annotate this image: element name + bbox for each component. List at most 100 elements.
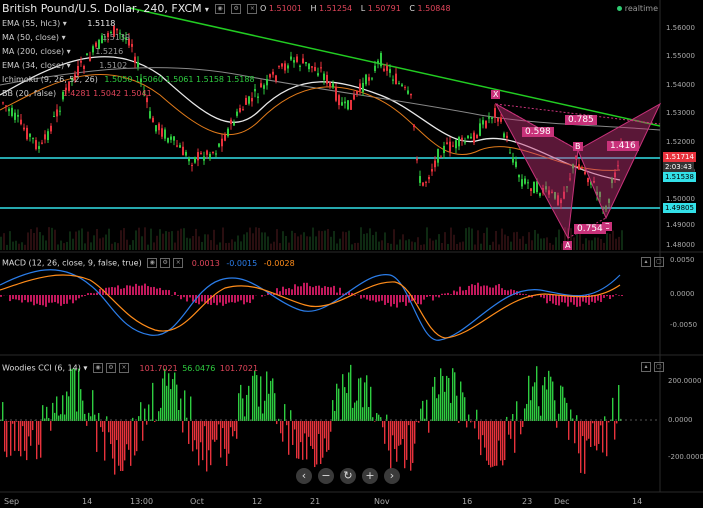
eye-icon[interactable]: ◉ [215, 4, 226, 14]
indicator-row[interactable]: EMA (55, hlc3) ▾ 1.5118 [2, 19, 115, 28]
cci-bar [22, 421, 24, 427]
close-icon[interactable]: × [173, 258, 184, 268]
macd-histogram-bar [180, 295, 182, 300]
candle [41, 142, 43, 144]
macd-histogram-bar [45, 295, 47, 307]
macd-histogram-bar [567, 295, 569, 307]
cci-bar [334, 410, 336, 421]
cci-bar [572, 418, 574, 421]
candle [377, 60, 379, 63]
scroll-right-button[interactable]: › [384, 468, 400, 484]
indicator-row[interactable]: MA (200, close) ▾ 1.5216 [2, 47, 123, 56]
eye-icon[interactable]: ◉ [147, 258, 158, 268]
cci-bar [584, 421, 586, 474]
collapse-icon[interactable]: ▴ [641, 362, 651, 372]
cci-bar [412, 421, 414, 463]
cci-bar [102, 421, 104, 432]
cci-header[interactable]: Woodies CCI (6, 14) ▾ ◉ ⚙ × 101.7021 56.04… [2, 363, 258, 373]
volume-bar [0, 236, 2, 250]
settings-icon[interactable]: ⚙ [105, 363, 116, 373]
cci-bar [136, 421, 138, 452]
reset-zoom-button[interactable]: ↻ [340, 468, 356, 484]
maximize-icon[interactable]: ▢ [654, 257, 664, 267]
cci-bar [422, 400, 424, 421]
volume-bar [453, 234, 455, 250]
cci-bar [218, 421, 220, 425]
eye-icon[interactable]: ◉ [92, 363, 103, 373]
candle [503, 133, 505, 138]
time-tick: 21 [310, 497, 321, 506]
volume-bar [324, 230, 326, 250]
cci-bar [502, 421, 504, 466]
macd-histogram-bar [297, 286, 299, 295]
cci-bar [312, 421, 314, 449]
pane-controls[interactable]: ▴ ▢ [638, 257, 664, 267]
macd-histogram-bar [285, 288, 287, 295]
macd-histogram-bar [492, 287, 494, 295]
cci-bar [70, 368, 72, 421]
macd-histogram-bar [405, 295, 407, 306]
volume-bar [372, 235, 374, 250]
cci-bar [560, 385, 562, 421]
price-tick: 1.56000 [666, 24, 695, 32]
scroll-left-button[interactable]: ‹ [296, 468, 312, 484]
trend-line[interactable] [129, 7, 661, 127]
indicator-row[interactable]: EMA (34, close) ▾ 1.5102 [2, 61, 127, 70]
cci-bar [172, 379, 174, 421]
candle [413, 124, 415, 128]
candle [521, 179, 523, 187]
indicator-row[interactable]: Ichimoku (9, 26, 52, 26) 1.5050 1.5060 1… [2, 75, 255, 84]
time-tick: Sep [4, 497, 20, 506]
price-tick: 1.54000 [666, 81, 695, 89]
volume-bar [528, 232, 530, 250]
cci-bar [56, 396, 58, 421]
zoom-out-button[interactable]: − [318, 468, 334, 484]
time-tick: Oct [190, 497, 204, 506]
indicator-row[interactable]: MA (50, close) ▾ 1.5139 [2, 33, 130, 42]
cci-bar [134, 421, 136, 456]
volume-bar [111, 243, 113, 250]
macd-histogram-bar [189, 295, 191, 298]
zoom-in-button[interactable]: + [362, 468, 378, 484]
cci-bar [596, 421, 598, 451]
indicator-row[interactable]: BB (20, false) 1.4281 1.5042 1.5041 [2, 89, 152, 98]
macd-histogram-bar [291, 289, 293, 295]
macd-histogram-bar [372, 295, 374, 301]
settings-icon[interactable]: ⚙ [160, 258, 171, 268]
cci-bar [390, 421, 392, 471]
volume-bar [435, 239, 437, 250]
candle [251, 98, 253, 102]
volume-bar [66, 241, 68, 250]
macd-histogram-bar [39, 295, 41, 305]
cci-bar [534, 382, 536, 421]
maximize-icon[interactable]: ▢ [654, 362, 664, 372]
close-icon[interactable]: × [118, 363, 129, 373]
macd-histogram-bar [396, 295, 398, 308]
macd-histogram-bar [252, 295, 254, 300]
volume-bar [123, 228, 125, 250]
volume-bar [216, 244, 218, 250]
volume-bar [201, 241, 203, 250]
pane-controls[interactable]: ▴ ▢ [638, 362, 664, 372]
cci-bar [322, 421, 324, 458]
candle [272, 71, 274, 75]
cci-bar [10, 421, 12, 456]
candle [320, 67, 322, 69]
settings-icon[interactable]: ⚙ [231, 4, 242, 14]
collapse-icon[interactable]: ▴ [641, 257, 651, 267]
cci-bar [392, 421, 394, 436]
cci-bar [66, 391, 68, 421]
cci-bar [30, 421, 32, 446]
candle [137, 62, 139, 68]
macd-line [0, 269, 621, 341]
cci-bar [616, 421, 618, 424]
macd-histogram-bar [168, 290, 170, 295]
symbol-title[interactable]: British Pound/U.S. Dollar, 240, FXCM [2, 2, 202, 15]
volume-bar [339, 238, 341, 250]
chevron-down-icon[interactable]: ▾ [205, 5, 209, 14]
candle [23, 127, 25, 130]
volume-bar [63, 243, 65, 250]
cci-bar [368, 407, 370, 421]
macd-histogram-bar [0, 295, 2, 297]
macd-header[interactable]: MACD (12, 26, close, 9, false, true) ◉ ⚙ ×… [2, 258, 295, 268]
